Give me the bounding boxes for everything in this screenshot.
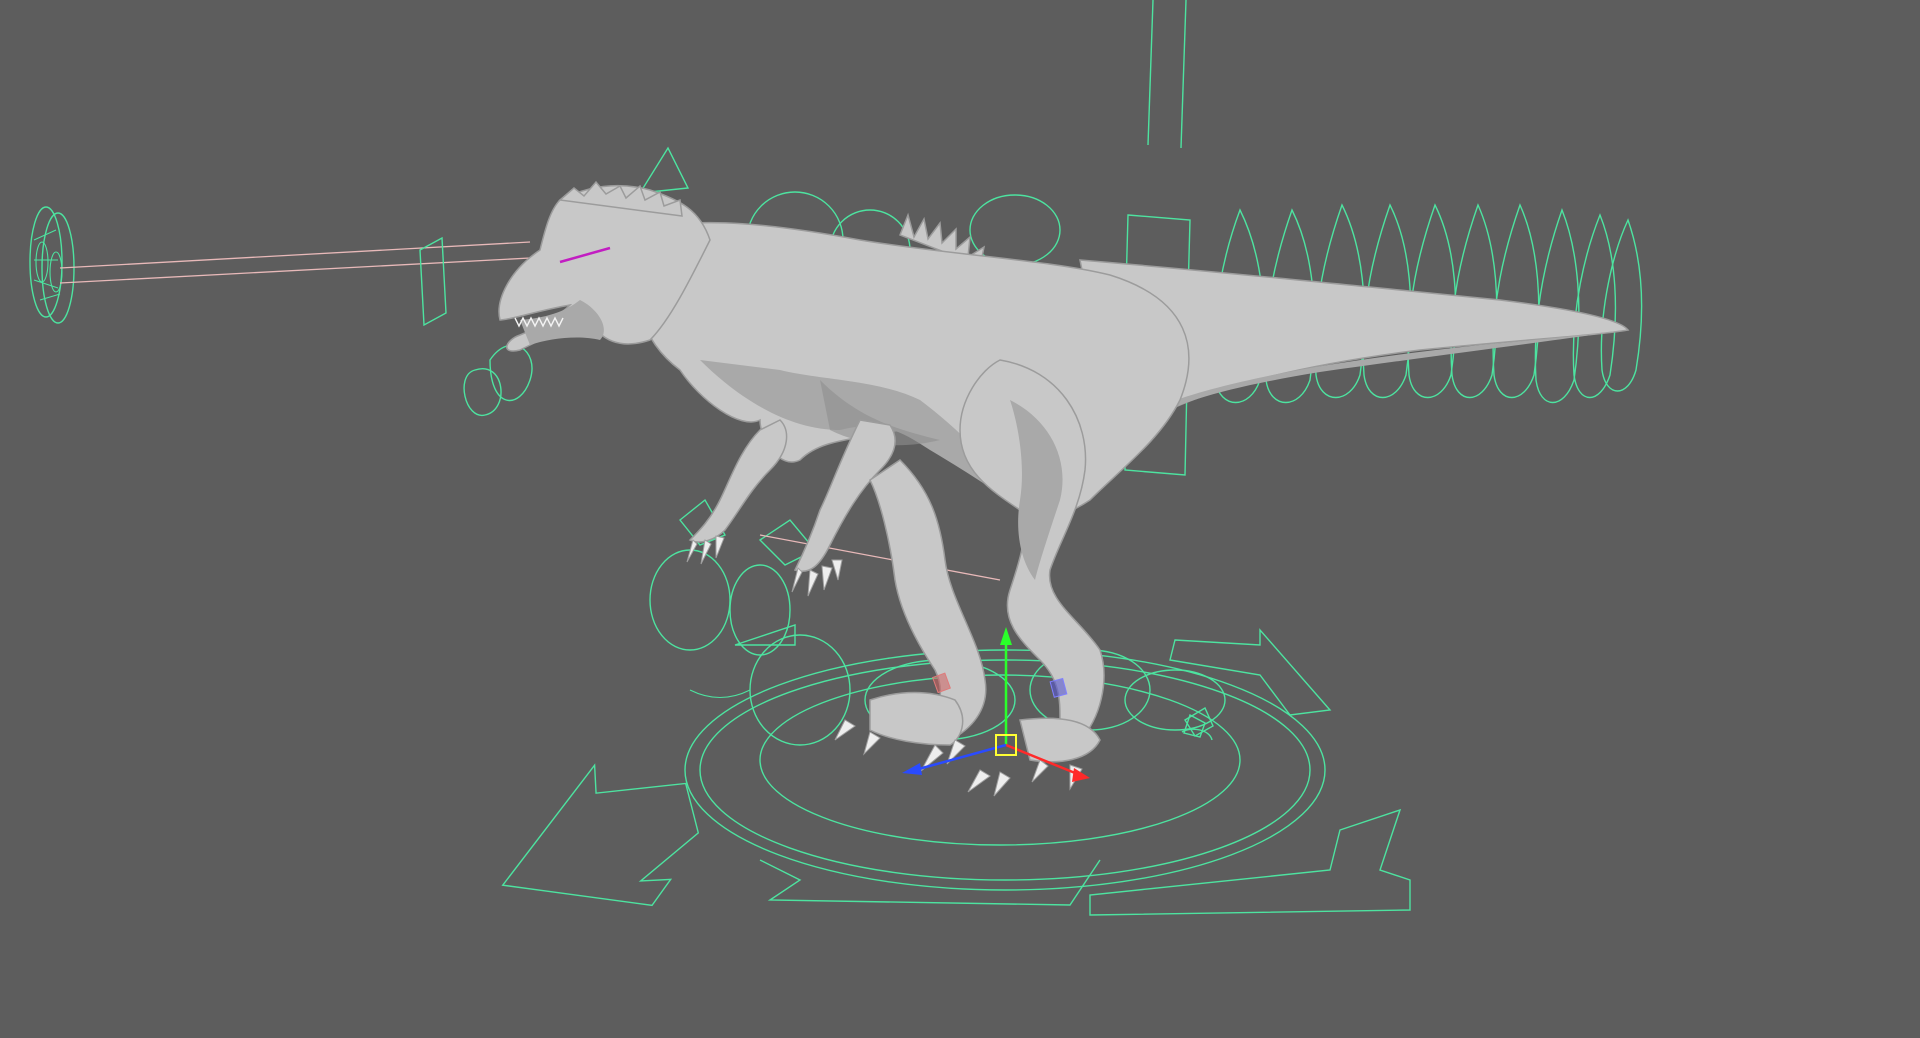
eye-aim-lines [59, 241, 531, 284]
3d-viewport[interactable] [0, 0, 1920, 1038]
scene-canvas[interactable] [0, 0, 1920, 1038]
head-aim-plane[interactable] [419, 236, 447, 327]
arm-aim-line [759, 534, 1001, 581]
eye-aim-control-icon[interactable] [29, 206, 75, 324]
top-vertical-control[interactable] [1147, 0, 1187, 149]
